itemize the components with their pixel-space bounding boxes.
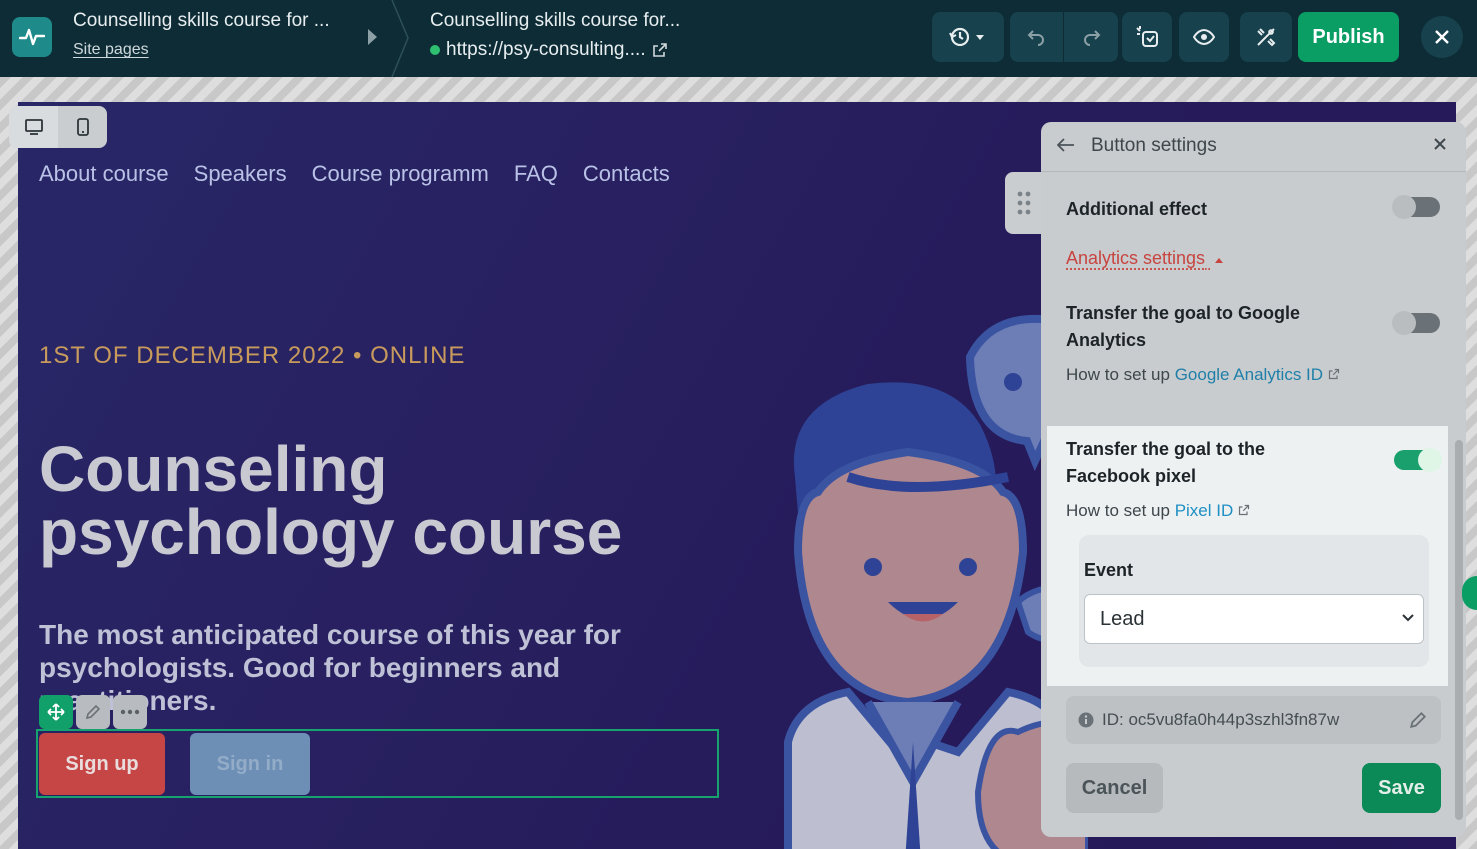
preview-eye-icon	[1192, 28, 1216, 46]
cancel-button[interactable]: Cancel	[1066, 763, 1163, 813]
app-logo-icon[interactable]	[12, 17, 52, 57]
ai-assistant-icon	[1136, 26, 1158, 47]
nav-speakers[interactable]: Speakers	[194, 161, 287, 187]
tools-icon	[1257, 28, 1276, 47]
publish-button[interactable]: Publish	[1298, 12, 1399, 62]
history-icon	[949, 27, 984, 47]
device-toggle	[9, 106, 107, 148]
ga-goal-toggle[interactable]	[1392, 311, 1440, 335]
event-select-value: Lead	[1100, 607, 1145, 630]
panel-close-icon[interactable]	[1433, 134, 1447, 157]
desktop-view-icon[interactable]	[9, 106, 58, 148]
ga-goal-label: Transfer the goal to Google Analytics	[1066, 303, 1301, 350]
analytics-settings-label: Analytics settings	[1066, 248, 1206, 268]
chevron-right-icon[interactable]	[366, 27, 378, 52]
fb-howto: How to set up Pixel ID	[1066, 498, 1250, 523]
site-pages-link[interactable]: Site pages	[73, 41, 149, 59]
panel-title: Button settings	[1091, 135, 1217, 156]
event-label: Event	[1084, 560, 1134, 580]
edit-pencil-icon[interactable]	[1409, 711, 1427, 729]
breadcrumb-divider	[391, 0, 409, 77]
element-id-box: ID: oc5vu8fa0h44p3szhl3fn87w	[1066, 696, 1441, 744]
mobile-view-icon[interactable]	[58, 106, 107, 148]
element-toolbar	[39, 695, 147, 729]
fb-goal-toggle[interactable]	[1394, 448, 1442, 472]
fb-goal-label: Transfer the goal to the Facebook pixel	[1066, 439, 1266, 486]
panel-scrollbar[interactable]	[1455, 440, 1463, 820]
external-link-icon[interactable]	[1238, 504, 1250, 516]
caret-up-icon	[1215, 258, 1224, 263]
panel-drag-handle-icon[interactable]	[1005, 172, 1043, 234]
site-nav: About course Speakers Course programm FA…	[39, 161, 670, 187]
page-url-link[interactable]: https://psy-consulting....	[430, 39, 668, 61]
hero-title-line1: Counseling	[39, 433, 388, 505]
save-button[interactable]: Save	[1362, 763, 1441, 813]
signin-button[interactable]: Sign in	[190, 733, 310, 795]
element-id-text[interactable]: ID: oc5vu8fa0h44p3szhl3fn87w	[1102, 710, 1339, 730]
tools-button[interactable]	[1240, 12, 1292, 62]
pixel-id-link[interactable]: Pixel ID	[1175, 501, 1234, 520]
close-icon	[1435, 30, 1449, 44]
signup-button[interactable]: Sign up	[39, 733, 165, 795]
hero-title[interactable]: Counseling psychology course	[39, 433, 739, 568]
external-link-icon[interactable]	[1328, 368, 1340, 380]
event-date[interactable]: 1ST OF DECEMBER 2022 • ONLINE	[39, 342, 465, 370]
ga-howto: How to set up Google Analytics ID	[1066, 362, 1346, 387]
back-arrow-icon[interactable]	[1056, 136, 1075, 157]
edit-pencil-icon[interactable]	[76, 695, 110, 729]
top-bar: Counselling skills course for ... Site p…	[0, 0, 1477, 77]
chevron-down-icon	[1402, 614, 1414, 622]
external-link-icon[interactable]	[652, 42, 668, 58]
event-select[interactable]: Lead	[1084, 594, 1424, 644]
more-options-icon[interactable]	[113, 695, 147, 729]
ai-assistant-button[interactable]	[1122, 12, 1172, 62]
ga-id-link[interactable]: Google Analytics ID	[1175, 365, 1323, 384]
page-url-text[interactable]: https://psy-consulting....	[446, 39, 646, 61]
status-dot-icon	[430, 45, 440, 55]
info-icon	[1078, 712, 1094, 728]
additional-effect-label: Additional effect	[1066, 199, 1208, 219]
additional-effect-toggle[interactable]	[1392, 195, 1440, 219]
hero-title-line2: psychology course	[39, 496, 623, 568]
history-button[interactable]	[932, 12, 1004, 62]
move-icon[interactable]	[39, 695, 73, 729]
redo-icon[interactable]	[1064, 27, 1118, 47]
nav-about-course[interactable]: About course	[39, 161, 169, 187]
fb-howto-prefix: How to set up	[1066, 501, 1170, 520]
analytics-settings-link[interactable]: Analytics settings	[1066, 248, 1224, 269]
nav-contacts[interactable]: Contacts	[583, 161, 670, 187]
undo-redo-group	[1010, 12, 1118, 62]
page-title: Counselling skills course for...	[430, 10, 681, 31]
ga-howto-prefix: How to set up	[1066, 365, 1170, 384]
panel-header: Button settings	[1041, 122, 1466, 172]
undo-icon[interactable]	[1010, 12, 1064, 62]
site-name[interactable]: Counselling skills course for ...	[73, 10, 330, 32]
preview-button[interactable]	[1179, 12, 1229, 62]
nav-course-programm[interactable]: Course programm	[312, 161, 489, 187]
nav-faq[interactable]: FAQ	[514, 161, 558, 187]
close-editor-button[interactable]	[1421, 16, 1463, 58]
